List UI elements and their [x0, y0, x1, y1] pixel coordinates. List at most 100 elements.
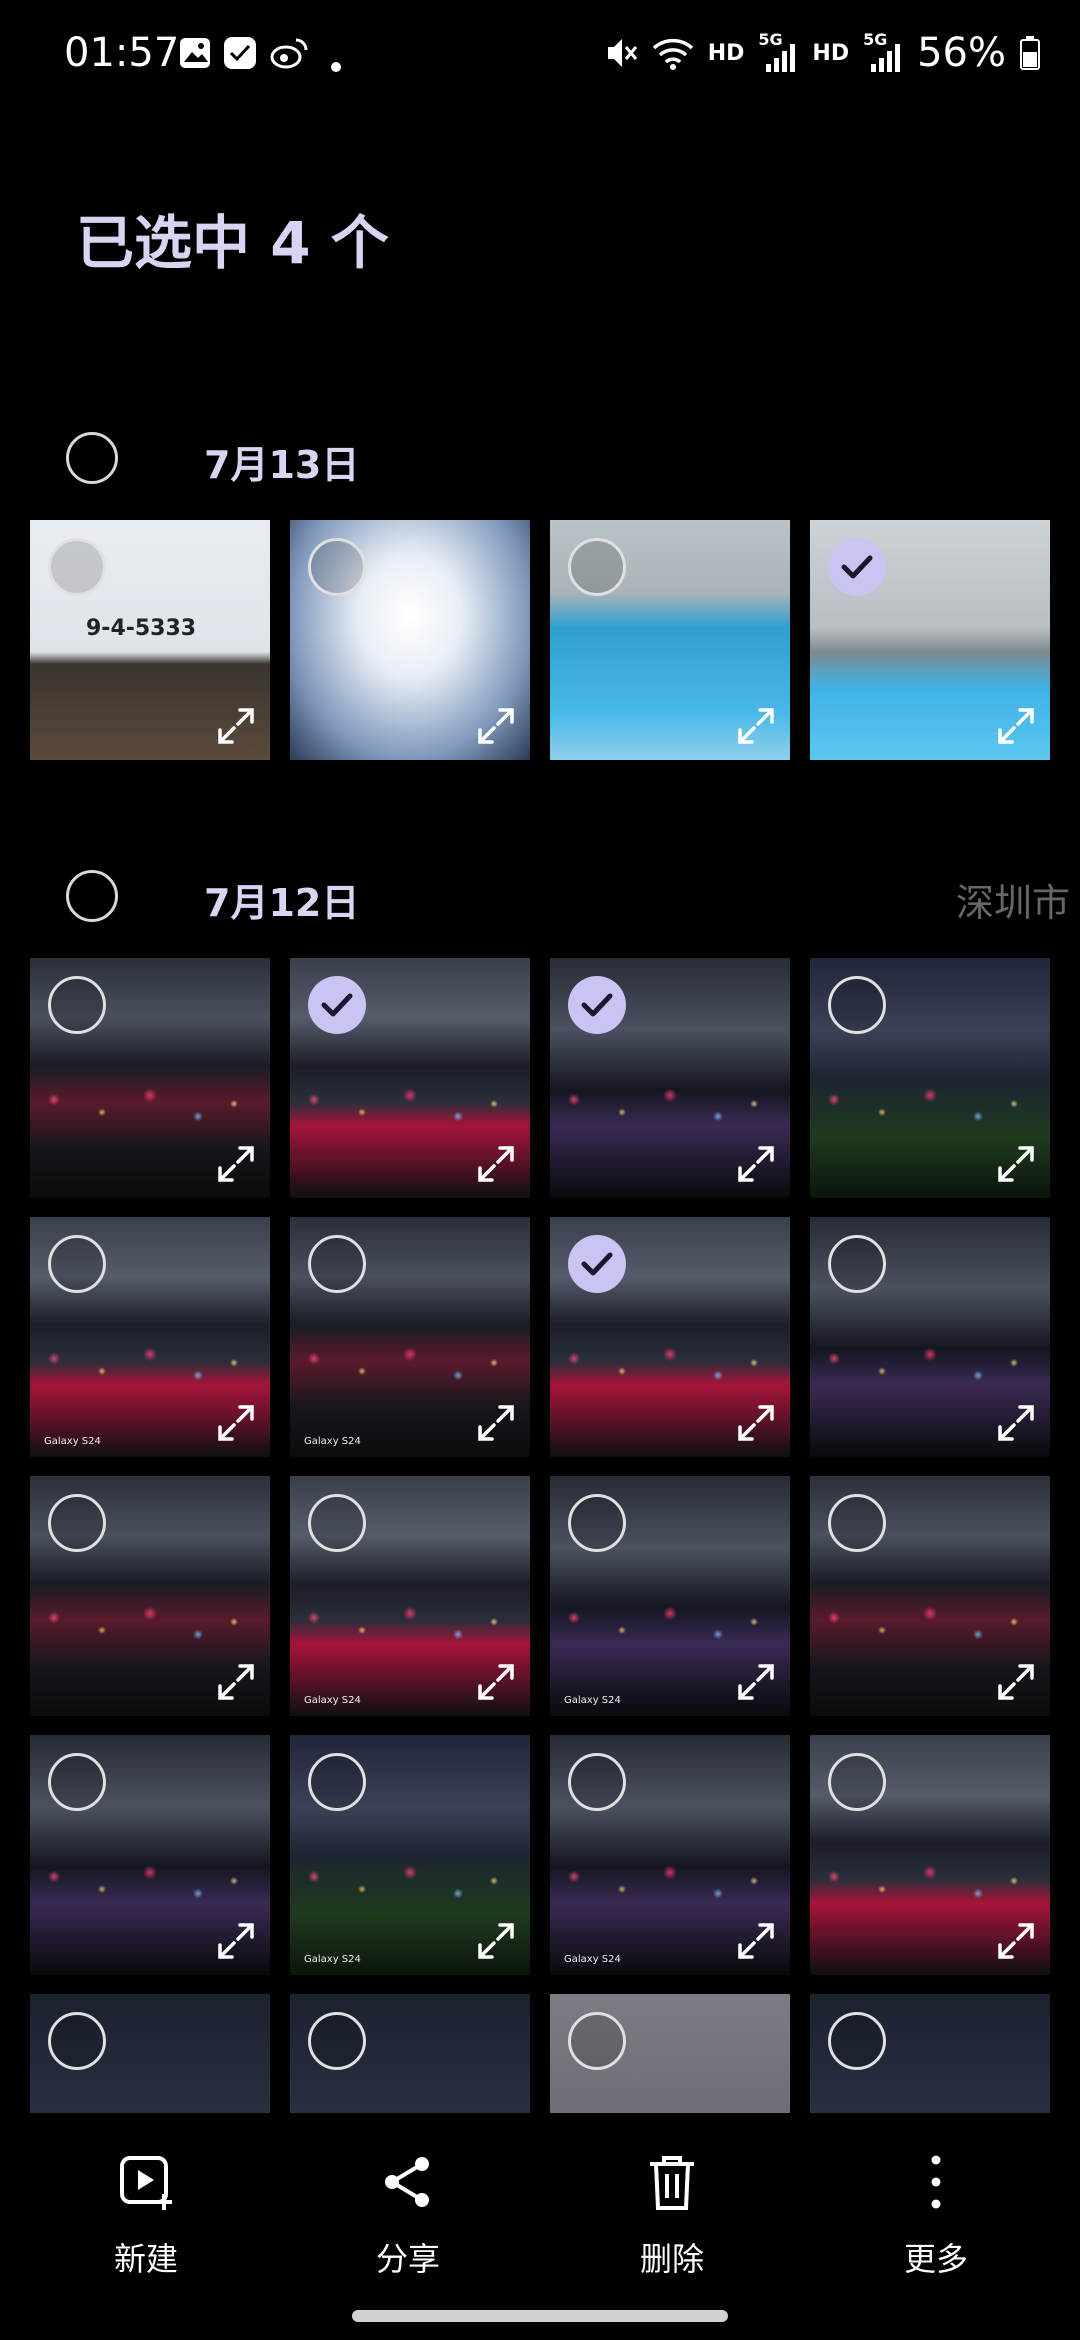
photo-thumbnail[interactable]	[290, 958, 530, 1198]
section-location: 深圳市	[955, 881, 1070, 925]
selected-checkbox[interactable]	[828, 538, 886, 596]
selected-checkbox[interactable]	[308, 976, 366, 1034]
select-checkbox[interactable]	[48, 1235, 106, 1293]
select-checkbox[interactable]	[568, 2012, 626, 2070]
expand-icon[interactable]	[736, 1921, 776, 1961]
photo-thumbnail[interactable]: Galaxy S24	[30, 1217, 270, 1457]
checkmark-icon	[321, 993, 353, 1017]
new-video-icon	[120, 2156, 172, 2210]
select-checkbox[interactable]	[568, 538, 626, 596]
photo-thumbnail[interactable]	[810, 1735, 1050, 1975]
city-lights-decoration	[30, 1066, 270, 1150]
expand-icon[interactable]	[476, 1921, 516, 1961]
city-lights-decoration	[30, 1325, 270, 1409]
photo-thumbnail[interactable]: Galaxy S24	[290, 1735, 530, 1975]
expand-icon[interactable]	[736, 1144, 776, 1184]
photo-thumbnail[interactable]	[550, 1994, 790, 2113]
expand-icon[interactable]	[736, 1662, 776, 1702]
section-date: 7月12日	[204, 881, 360, 925]
photo-thumbnail[interactable]	[30, 1735, 270, 1975]
photo-thumbnail[interactable]	[810, 520, 1050, 760]
photo-watermark: Galaxy S24	[564, 1695, 621, 1706]
select-checkbox[interactable]	[308, 1235, 366, 1293]
selected-checkbox[interactable]	[568, 976, 626, 1034]
expand-icon[interactable]	[996, 1403, 1036, 1443]
new-label: 新建	[113, 2240, 178, 2278]
more-button[interactable]: 更多	[856, 2150, 1016, 2280]
share-button[interactable]: 分享	[328, 2150, 488, 2280]
select-checkbox[interactable]	[48, 1753, 106, 1811]
select-checkbox[interactable]	[828, 976, 886, 1034]
expand-icon[interactable]	[216, 706, 256, 746]
photo-watermark: Galaxy S24	[44, 1436, 101, 1447]
photo-thumbnail[interactable]	[30, 1994, 270, 2113]
selected-checkbox[interactable]	[568, 1235, 626, 1293]
expand-icon[interactable]	[476, 1403, 516, 1443]
new-button[interactable]: 新建	[66, 2150, 226, 2280]
photo-thumbnail[interactable]	[810, 1217, 1050, 1457]
photo-thumbnail[interactable]: Galaxy S24	[290, 1217, 530, 1457]
photo-thumbnail[interactable]: Galaxy S24	[550, 1735, 790, 1975]
battery-icon	[1020, 36, 1040, 70]
select-checkbox[interactable]	[568, 1753, 626, 1811]
section-header-jul13: 7月13日	[0, 420, 1080, 500]
status-bar: 01:57 HD 5G HD 5G 56%	[0, 0, 1080, 110]
select-all-checkbox[interactable]	[66, 432, 118, 484]
expand-icon[interactable]	[476, 706, 516, 746]
expand-icon[interactable]	[736, 706, 776, 746]
photo-thumbnail[interactable]	[810, 958, 1050, 1198]
city-lights-decoration	[30, 1843, 270, 1927]
expand-icon[interactable]	[476, 1662, 516, 1702]
city-lights-decoration	[550, 1843, 790, 1927]
select-checkbox[interactable]	[828, 1753, 886, 1811]
photo-watermark: Galaxy S24	[304, 1436, 361, 1447]
photo-thumbnail[interactable]: Galaxy S24	[290, 1476, 530, 1716]
photo-thumbnail[interactable]	[290, 520, 530, 760]
expand-icon[interactable]	[216, 1403, 256, 1443]
expand-icon[interactable]	[216, 1662, 256, 1702]
photo-thumbnail[interactable]	[290, 1994, 530, 2113]
expand-icon[interactable]	[996, 1144, 1036, 1184]
expand-icon[interactable]	[736, 1403, 776, 1443]
expand-icon[interactable]	[996, 1662, 1036, 1702]
select-checkbox[interactable]	[308, 1494, 366, 1552]
network-type-1: HD	[707, 40, 745, 66]
photo-thumbnail[interactable]	[810, 1476, 1050, 1716]
home-indicator[interactable]	[352, 2310, 728, 2322]
select-checkbox[interactable]	[308, 1753, 366, 1811]
select-checkbox[interactable]	[828, 1494, 886, 1552]
photo-thumbnail[interactable]	[30, 1476, 270, 1716]
section-date: 7月13日	[204, 443, 360, 487]
photo-thumbnail[interactable]: Galaxy S24	[550, 1476, 790, 1716]
battery-percent: 56%	[917, 30, 1006, 76]
photo-thumbnail[interactable]: 9-4-5333	[30, 520, 270, 760]
delete-button[interactable]: 删除	[592, 2150, 752, 2280]
bottom-toolbar: 新建 分享 删除 更多	[0, 2120, 1080, 2340]
expand-icon[interactable]	[476, 1144, 516, 1184]
task-notification-icon	[224, 37, 256, 69]
select-checkbox[interactable]	[48, 976, 106, 1034]
city-lights-decoration	[290, 1843, 530, 1927]
select-checkbox[interactable]	[828, 2012, 886, 2070]
signal-bars-icon	[871, 44, 901, 72]
photo-thumbnail[interactable]	[550, 1217, 790, 1457]
select-checkbox[interactable]	[48, 538, 106, 596]
photo-grid-jul13: 9-4-5333	[30, 520, 1050, 760]
city-lights-decoration	[290, 1325, 530, 1409]
expand-icon[interactable]	[216, 1144, 256, 1184]
expand-icon[interactable]	[996, 1921, 1036, 1961]
select-checkbox[interactable]	[48, 2012, 106, 2070]
select-checkbox[interactable]	[568, 1494, 626, 1552]
select-checkbox[interactable]	[828, 1235, 886, 1293]
select-all-checkbox[interactable]	[66, 870, 118, 922]
photo-thumbnail[interactable]	[810, 1994, 1050, 2113]
select-checkbox[interactable]	[308, 2012, 366, 2070]
photo-thumbnail[interactable]	[30, 958, 270, 1198]
select-checkbox[interactable]	[48, 1494, 106, 1552]
expand-icon[interactable]	[996, 706, 1036, 746]
select-checkbox[interactable]	[308, 538, 366, 596]
photo-thumbnail[interactable]	[550, 958, 790, 1198]
photo-grid-jul12: Galaxy S24 Galaxy S24 Galaxy S24 Galaxy S24…	[30, 958, 1050, 2113]
photo-thumbnail[interactable]	[550, 520, 790, 760]
expand-icon[interactable]	[216, 1921, 256, 1961]
